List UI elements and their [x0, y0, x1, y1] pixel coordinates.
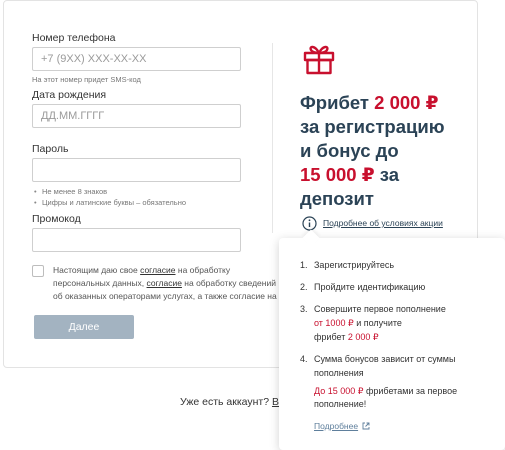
step-number: 2.: [300, 282, 308, 292]
more-details-link[interactable]: Подробнее: [314, 421, 370, 431]
promo-terms-row[interactable]: Подробнее об условиях акции: [302, 215, 443, 231]
more-details-label[interactable]: Подробнее: [314, 421, 358, 431]
promocode-label: Промокод: [32, 213, 81, 225]
login-link[interactable]: В: [272, 396, 279, 408]
password-rule: Цифры и латинские буквы – обязательно: [32, 197, 247, 208]
step-number: 3.: [300, 304, 308, 314]
password-rule: Не менее 8 знаков: [32, 186, 247, 197]
promo-step: 1. Зарегистрируйтесь: [300, 258, 490, 272]
promo-step: 3. Совершите первое пополнение от 1000 ₽ и…: [300, 302, 490, 344]
step-text: и получите: [353, 318, 402, 328]
step-amount: от 1000 ₽: [314, 318, 354, 328]
next-button[interactable]: Далее: [34, 315, 134, 339]
step-text: Пройдите идентификацию: [314, 282, 426, 292]
phone-input[interactable]: [32, 47, 241, 71]
external-link-icon: [362, 422, 370, 430]
birthdate-input[interactable]: [32, 104, 241, 128]
password-label: Пароль: [32, 143, 69, 155]
promo-text: за регистрацию: [300, 116, 445, 137]
birthdate-label: Дата рождения: [32, 89, 107, 101]
step-text: фрибет: [314, 332, 348, 342]
phone-label: Номер телефона: [32, 32, 116, 44]
step-number: 1.: [300, 260, 308, 270]
login-prompt-text: Уже есть аккаунт?: [180, 396, 272, 408]
login-prompt: Уже есть аккаунт? В: [180, 396, 279, 408]
promo-step: 4. Сумма бонусов зависит от суммы пополне…: [300, 352, 490, 380]
promo-terms-link[interactable]: Подробнее об условиях акции: [323, 218, 443, 228]
vertical-divider: [272, 43, 273, 233]
registration-form: Номер телефона На этот номер придет SMS-…: [32, 31, 247, 252]
gift-icon: [303, 45, 335, 75]
step-text: Сумма бонусов зависит от суммы пополнени…: [314, 354, 456, 378]
promo-bonus-amount: 15 000 ₽: [300, 164, 375, 185]
promo-text: Фрибет: [300, 92, 375, 113]
bonus-amount: До 15 000 ₽: [314, 386, 364, 396]
step-text: Совершите первое пополнение: [314, 304, 446, 314]
password-rules: Не менее 8 знаков Цифры и латинские букв…: [32, 186, 247, 208]
promocode-input[interactable]: [32, 228, 241, 252]
step-text: Зарегистрируйтесь: [314, 260, 395, 270]
promo-text: за: [374, 164, 399, 185]
promo-steps-list: 1. Зарегистрируйтесь 2. Пройдите идентифик…: [300, 258, 490, 388]
promo-freebet-amount: 2 000 ₽: [374, 92, 439, 113]
promo-text: и бонус до: [300, 140, 399, 161]
agreement-checkbox[interactable]: [32, 265, 44, 277]
info-icon[interactable]: [302, 215, 317, 231]
popup-bonus-note: До 15 000 ₽ фрибетами за первое пополнен…: [314, 385, 484, 411]
agreement-text-part: Настоящим даю свое: [53, 265, 141, 275]
password-input[interactable]: [32, 158, 241, 182]
phone-hint: На этот номер придет SMS-код: [32, 75, 141, 84]
promo-step: 2. Пройдите идентификацию: [300, 280, 490, 294]
consent-link-2[interactable]: согласие: [147, 278, 182, 288]
promo-headline: Фрибет 2 000 ₽ за регистрацию и бонус до…: [300, 91, 475, 211]
step-number: 4.: [300, 354, 308, 364]
agreement-text: Настоящим даю свое согласие на обработку…: [53, 264, 283, 304]
promo-conditions-popup: 1. Зарегистрируйтесь 2. Пройдите идентифик…: [279, 238, 505, 450]
step-amount: 2 000 ₽: [347, 332, 379, 342]
agreement-row: Настоящим даю свое согласие на обработку…: [32, 264, 282, 304]
promo-text: депозит: [300, 188, 374, 209]
consent-link[interactable]: согласие: [140, 265, 175, 275]
